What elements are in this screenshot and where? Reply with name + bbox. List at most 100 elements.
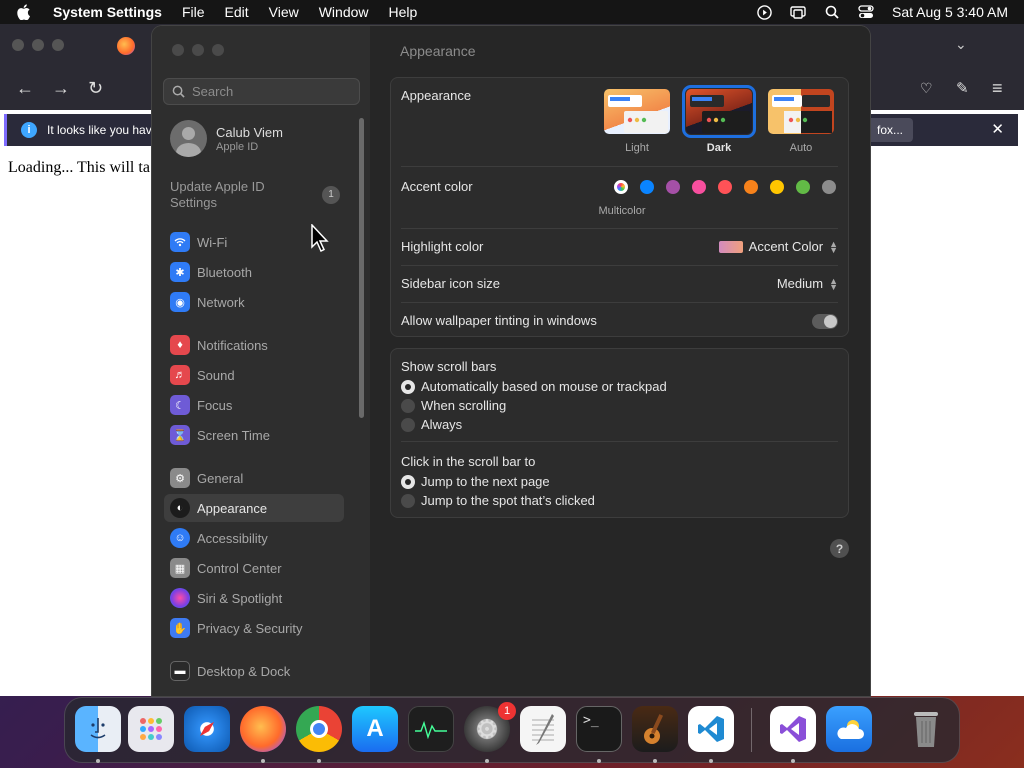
desktop-dock-icon: ▬ (170, 661, 190, 681)
close-info-bar-icon[interactable]: ✕ (991, 120, 1004, 138)
menu-help[interactable]: Help (389, 4, 418, 20)
accent-pink-swatch[interactable] (692, 180, 706, 194)
sidebar-item-label: Control Center (197, 560, 282, 576)
sidebar-item-siri-spotlight[interactable]: Siri & Spotlight (164, 584, 344, 612)
tab-list-chevron-icon[interactable]: ⌄ (955, 36, 967, 53)
wifi-icon (170, 232, 190, 252)
radio-label: When scrolling (421, 398, 507, 413)
menu-window[interactable]: Window (319, 4, 369, 20)
sidebar-item-privacy-security[interactable]: ✋ Privacy & Security (164, 614, 344, 642)
zoom-window-button[interactable] (212, 44, 224, 56)
running-indicator (597, 759, 601, 763)
appearance-icon: ◐ (170, 498, 190, 518)
sidebar-icon-size-label: Sidebar icon size (401, 276, 500, 291)
scroll-always-radio[interactable]: Always (401, 417, 462, 432)
terminal-icon[interactable]: >_ (576, 706, 622, 752)
garageband-icon[interactable] (632, 706, 678, 752)
radio-label: Jump to the next page (421, 474, 550, 489)
click-spot-radio[interactable]: Jump to the spot that’s clicked (401, 493, 595, 508)
textedit-icon[interactable] (520, 706, 566, 752)
firefox-tab-icon[interactable] (117, 37, 135, 55)
avatar (170, 120, 207, 157)
accent-yellow-swatch[interactable] (770, 180, 784, 194)
accent-purple-swatch[interactable] (666, 180, 680, 194)
radio-label: Jump to the spot that’s clicked (421, 493, 595, 508)
radio-icon (401, 493, 415, 508)
sidebar-item-control-center[interactable]: ▦ Control Center (164, 554, 344, 582)
menu-file[interactable]: File (182, 4, 205, 20)
sidebar-item-desktop-dock[interactable]: ▬ Desktop & Dock (164, 657, 344, 685)
accent-red-swatch[interactable] (718, 180, 732, 194)
play-status-icon[interactable] (756, 4, 772, 20)
vscode-icon[interactable] (688, 706, 734, 752)
appearance-dark-option[interactable] (682, 85, 756, 138)
screen-mirroring-icon[interactable] (790, 5, 806, 19)
spotlight-search-icon[interactable] (824, 5, 840, 19)
sidebar-item-screen-time[interactable]: ⌛ Screen Time (164, 421, 344, 449)
sidebar-item-accessibility[interactable]: ☺ Accessibility (164, 524, 344, 552)
accent-graphite-swatch[interactable] (822, 180, 836, 194)
safari-icon[interactable] (184, 706, 230, 752)
sidebar-item-sound[interactable]: ♬ Sound (164, 361, 344, 389)
reload-icon[interactable]: ↻ (88, 78, 103, 99)
extensions-icon[interactable]: ✎ (956, 79, 969, 97)
menu-view[interactable]: View (269, 4, 299, 20)
forward-icon[interactable]: → (52, 78, 70, 99)
browser-menu-icon[interactable]: ≡ (992, 78, 1003, 99)
pocket-icon[interactable]: ♡ (920, 80, 933, 97)
appearance-light-label: Light (625, 142, 649, 154)
search-field[interactable]: Search (163, 78, 360, 105)
sidebar-item-bluetooth[interactable]: ✱ Bluetooth (164, 258, 344, 286)
running-indicator (485, 759, 489, 763)
apple-id-account[interactable]: Calub Viem Apple ID (170, 120, 283, 157)
dock: A ⚙ 1 >_ (64, 697, 960, 763)
sidebar-icon-size-popup[interactable]: Medium ▲ ▼ (777, 276, 838, 291)
chevron-up-down-icon: ▲ ▼ (829, 275, 838, 292)
system-settings-icon[interactable]: ⚙ 1 (464, 702, 516, 752)
scroll-auto-radio[interactable]: Automatically based on mouse or trackpad (401, 379, 667, 394)
click-next-page-radio[interactable]: Jump to the next page (401, 474, 550, 489)
search-icon (172, 85, 185, 98)
sidebar-item-appearance[interactable]: ◐ Appearance (164, 494, 344, 522)
sidebar-scrollbar[interactable] (359, 118, 364, 418)
sidebar-item-label: Network (197, 294, 245, 310)
launchpad-icon[interactable] (128, 706, 174, 752)
accent-orange-swatch[interactable] (744, 180, 758, 194)
weather-icon[interactable] (826, 706, 872, 752)
visual-studio-icon[interactable] (770, 706, 816, 752)
firefox-icon[interactable] (240, 706, 286, 752)
app-store-icon[interactable]: A (352, 706, 398, 752)
control-center-menu-icon[interactable] (858, 5, 874, 19)
back-icon[interactable]: ← (16, 78, 34, 99)
chrome-icon[interactable] (296, 706, 342, 752)
running-indicator (317, 759, 321, 763)
menubar-clock[interactable]: Sat Aug 5 3:40 AM (892, 4, 1008, 20)
scroll-when-scrolling-radio[interactable]: When scrolling (401, 398, 506, 413)
trash-icon[interactable] (903, 706, 949, 752)
minimize-window-button[interactable] (192, 44, 204, 56)
finder-icon[interactable] (75, 706, 121, 752)
accent-multicolor-swatch[interactable] (614, 180, 628, 194)
activity-monitor-icon[interactable] (408, 706, 454, 752)
sidebar-item-focus[interactable]: ☾ Focus (164, 391, 344, 419)
info-bar-button[interactable]: fox... (867, 118, 914, 142)
apple-menu-icon[interactable] (16, 4, 38, 20)
highlight-color-popup[interactable]: Accent Color ▲ ▼ (718, 239, 838, 254)
menu-edit[interactable]: Edit (225, 4, 249, 20)
menu-bar: System Settings File Edit View Window He… (0, 0, 1024, 24)
main-pane: Appearance Appearance Light Dark Auto Ac… (370, 26, 870, 696)
close-window-button[interactable] (172, 44, 184, 56)
sidebar-item-general[interactable]: ⚙ General (164, 464, 344, 492)
app-name-menu[interactable]: System Settings (53, 4, 162, 20)
appearance-light-option[interactable] (604, 89, 670, 134)
sidebar-item-notifications[interactable]: ♦ Notifications (164, 331, 344, 359)
network-icon: ◉ (170, 292, 190, 312)
help-button[interactable]: ? (830, 539, 849, 558)
sidebar-item-network[interactable]: ◉ Network (164, 288, 344, 316)
update-apple-id-item[interactable]: Update Apple ID Settings 1 (170, 179, 350, 211)
accent-blue-swatch[interactable] (640, 180, 654, 194)
appearance-auto-option[interactable] (768, 89, 834, 134)
accent-green-swatch[interactable] (796, 180, 810, 194)
update-badge: 1 (322, 186, 340, 204)
wallpaper-tinting-toggle[interactable] (812, 314, 838, 329)
